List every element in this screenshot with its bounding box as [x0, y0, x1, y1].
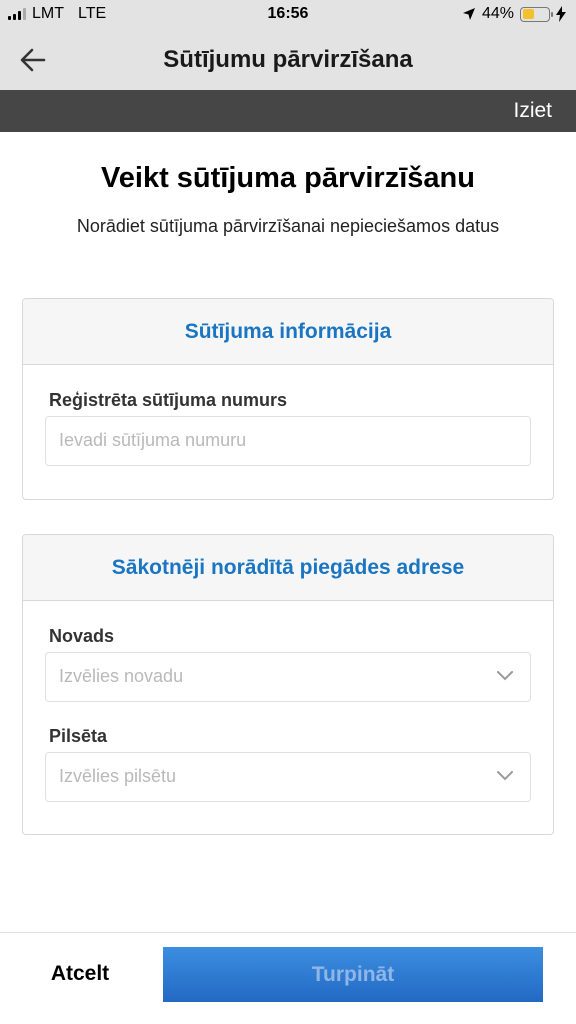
city-select-placeholder: Izvēlies pilsētu	[59, 766, 177, 786]
shipment-info-card: Sūtījuma informācija Reģistrēta sūtījuma…	[22, 298, 554, 500]
chevron-down-icon	[497, 671, 513, 681]
original-address-title: Sākotnēji norādītā piegādes adrese	[23, 535, 553, 601]
region-select-placeholder: Izvēlies novadu	[59, 666, 184, 686]
status-bar: LMT LTE 16:56 44%	[0, 0, 576, 30]
original-address-card: Sākotnēji norādītā piegādes adrese Novad…	[22, 534, 554, 835]
continue-button[interactable]: Turpināt	[163, 947, 543, 1002]
charging-bolt-icon	[556, 6, 566, 22]
page-heading: Veikt sūtījuma pārvirzīšanu	[101, 162, 475, 194]
bottom-action-bar: Atcelt Turpināt	[0, 932, 576, 1024]
location-arrow-icon	[462, 8, 475, 20]
battery-percent: 44%	[481, 5, 514, 22]
cancel-button[interactable]: Atcelt	[0, 933, 160, 1023]
status-right: 44%	[462, 5, 566, 23]
tracking-number-input[interactable]: Ievadi sūtījuma numuru	[45, 416, 531, 466]
chevron-down-icon	[497, 771, 513, 781]
battery-icon	[520, 6, 553, 22]
region-select[interactable]: Izvēlies novadu	[45, 652, 531, 702]
account-bar: Iziet	[0, 90, 576, 132]
logout-link[interactable]: Iziet	[513, 99, 552, 123]
tracking-number-label: Reģistrēta sūtījuma numurs	[49, 390, 288, 410]
nav-title: Sūtījumu pārvirzīšana	[163, 46, 413, 73]
region-label: Novads	[49, 626, 115, 646]
shipment-info-title: Sūtījuma informācija	[23, 299, 553, 365]
battery-level-fill	[522, 9, 534, 19]
navigation-bar: Sūtījumu pārvirzīšana	[0, 30, 576, 90]
city-select[interactable]: Izvēlies pilsētu	[45, 752, 531, 802]
city-label: Pilsēta	[49, 726, 108, 746]
page-subheading: Norādiet sūtījuma pārvirzīšanai nepiecie…	[76, 216, 500, 236]
